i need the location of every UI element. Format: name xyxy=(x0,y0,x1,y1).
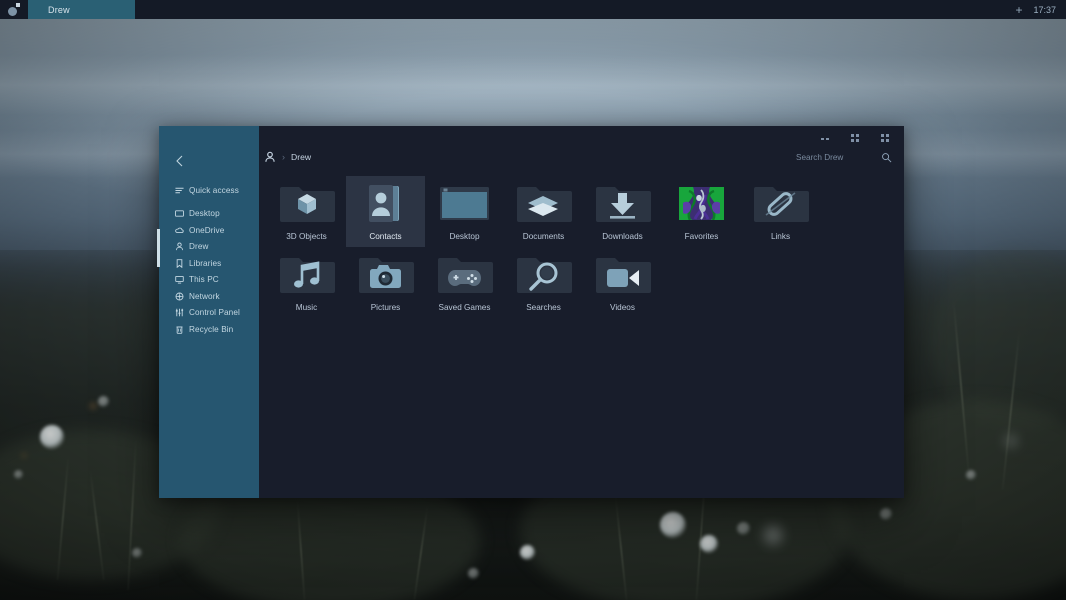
window-controls xyxy=(820,133,891,144)
taskbar-tray: + 17:37 xyxy=(1015,4,1066,16)
sidebar-item-control-panel[interactable]: Control Panel xyxy=(159,305,259,322)
breadcrumb[interactable]: › Drew xyxy=(264,151,311,163)
start-orb-icon[interactable] xyxy=(0,0,28,19)
breadcrumb-label[interactable]: Drew xyxy=(291,152,311,162)
add-icon[interactable]: + xyxy=(1015,4,1022,16)
file-label: Music xyxy=(295,303,318,312)
desktop-window-icon xyxy=(436,180,493,227)
start-orb-circle xyxy=(8,7,17,16)
file-item-searches[interactable]: Searches xyxy=(504,247,583,318)
file-explorer-window: Quick access Desktop OneDrive Drew Libra… xyxy=(157,126,904,498)
sidebar-item-onedrive[interactable]: OneDrive xyxy=(159,222,259,239)
sidebar-label: Drew xyxy=(189,242,209,252)
minimize-button[interactable] xyxy=(820,133,831,144)
sidebar-label: Desktop xyxy=(189,209,220,219)
video-camera-icon xyxy=(594,251,651,298)
music-note-icon xyxy=(278,251,335,298)
magnifier-icon xyxy=(515,251,572,298)
file-label: Videos xyxy=(610,303,635,312)
sidebar-items: Desktop OneDrive Drew Libraries This PC … xyxy=(159,206,259,338)
sidebar-item-libraries[interactable]: Libraries xyxy=(159,255,259,272)
back-button[interactable] xyxy=(159,148,259,174)
file-item-saved-games[interactable]: Saved Games xyxy=(425,247,504,318)
person-icon xyxy=(265,151,275,162)
file-item-favorites[interactable]: Favorites xyxy=(662,176,741,247)
sidebar-item-this-pc[interactable]: This PC xyxy=(159,272,259,289)
file-label: Downloads xyxy=(602,232,643,241)
file-item-documents[interactable]: Documents xyxy=(504,176,583,247)
search-icon[interactable] xyxy=(881,152,892,163)
list-lines-icon xyxy=(175,187,184,193)
file-grid: 3D Objects Contacts Desktop Documents Do… xyxy=(267,176,898,318)
sidebar-item-quick-access[interactable]: Quick access xyxy=(159,182,259,199)
file-label: Pictures xyxy=(370,303,401,312)
file-item-pictures[interactable]: Pictures xyxy=(346,247,425,318)
documents-stack-icon xyxy=(515,180,572,227)
cloud-icon xyxy=(175,227,184,233)
sidebar-label: This PC xyxy=(189,275,219,285)
sidebar-label: Network xyxy=(189,291,220,301)
file-label: Saved Games xyxy=(438,303,491,312)
sidebar-label: Recycle Bin xyxy=(189,324,234,334)
camera-icon xyxy=(357,251,414,298)
cube-folder-icon xyxy=(278,180,335,227)
file-item-desktop[interactable]: Desktop xyxy=(425,176,504,247)
sidebar-item-drew[interactable]: Drew xyxy=(159,239,259,256)
file-label: Searches xyxy=(526,303,561,312)
explorer-content: › Drew Search Drew 3D Objects Contacts D… xyxy=(259,126,904,498)
download-arrow-icon xyxy=(594,180,651,227)
close-button[interactable] xyxy=(880,133,891,144)
chain-link-icon xyxy=(752,180,809,227)
file-label: 3D Objects xyxy=(286,232,327,241)
monitor-icon xyxy=(175,210,184,217)
file-item-music[interactable]: Music xyxy=(267,247,346,318)
file-item-contacts[interactable]: Contacts xyxy=(346,176,425,247)
pc-icon xyxy=(175,276,184,284)
sidebar-label: Libraries xyxy=(189,258,222,268)
navigation-sidebar: Quick access Desktop OneDrive Drew Libra… xyxy=(159,126,259,498)
artwork-thumbnail-icon xyxy=(673,180,730,227)
file-item-3d-objects[interactable]: 3D Objects xyxy=(267,176,346,247)
file-item-downloads[interactable]: Downloads xyxy=(583,176,662,247)
file-item-links[interactable]: Links xyxy=(741,176,820,247)
start-orb-square xyxy=(16,3,20,7)
sidebar-label: OneDrive xyxy=(189,225,225,235)
file-label: Links xyxy=(770,232,791,241)
network-globe-icon xyxy=(175,292,184,301)
person-icon xyxy=(175,242,184,251)
search-box[interactable] xyxy=(796,151,892,164)
sidebar-item-recycle-bin[interactable]: Recycle Bin xyxy=(159,321,259,338)
window-edge-accent xyxy=(157,229,160,267)
taskbar-task-label: Drew xyxy=(48,4,70,15)
search-input[interactable] xyxy=(796,153,874,162)
file-label: Desktop xyxy=(449,232,480,241)
maximize-button[interactable] xyxy=(850,133,861,144)
taskbar: Drew + 17:37 xyxy=(0,0,1066,19)
file-item-videos[interactable]: Videos xyxy=(583,247,662,318)
chevron-left-icon xyxy=(176,155,183,167)
clock[interactable]: 17:37 xyxy=(1033,5,1056,15)
breadcrumb-separator: › xyxy=(282,152,285,162)
bookmark-icon xyxy=(176,259,183,268)
sliders-icon xyxy=(175,308,184,317)
gamepad-icon xyxy=(436,251,493,298)
trash-icon xyxy=(176,326,183,334)
file-label: Favorites xyxy=(684,232,719,241)
sidebar-label: Control Panel xyxy=(189,308,240,318)
taskbar-task-drew[interactable]: Drew xyxy=(28,0,135,19)
contacts-book-icon xyxy=(357,180,414,227)
sidebar-label-quick-access: Quick access xyxy=(189,185,239,195)
sidebar-item-network[interactable]: Network xyxy=(159,288,259,305)
sidebar-item-desktop[interactable]: Desktop xyxy=(159,206,259,223)
file-label: Documents xyxy=(522,232,565,241)
file-label: Contacts xyxy=(369,232,402,241)
